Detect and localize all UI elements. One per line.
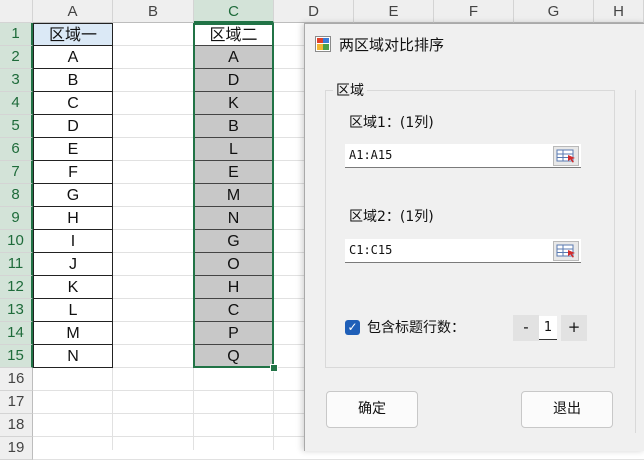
cell-a8[interactable]: G (33, 184, 113, 207)
cell-c10[interactable]: G (194, 230, 273, 253)
fill-handle[interactable] (270, 364, 278, 372)
row-header[interactable]: 12 (0, 276, 33, 299)
range2-select-button[interactable] (553, 241, 579, 261)
include-header-checkbox[interactable]: ✓ (345, 320, 360, 335)
row-header[interactable]: 14 (0, 322, 33, 345)
cell-a2[interactable]: A (33, 46, 113, 69)
range1-select-button[interactable] (553, 146, 579, 166)
range1-label: 区域1：(1列) (349, 115, 434, 131)
select-all-corner[interactable] (0, 0, 33, 23)
cell-a12[interactable]: K (33, 276, 113, 299)
row-header[interactable]: 11 (0, 253, 33, 276)
row-header[interactable]: 2 (0, 46, 33, 69)
include-header-label: 包含标题行数： (367, 320, 465, 336)
cell-c3[interactable]: D (194, 69, 273, 92)
row-header[interactable]: 17 (0, 391, 33, 414)
range1-value: A1:A15 (349, 148, 393, 162)
exit-button[interactable]: 退出 (521, 391, 613, 428)
row-header[interactable]: 10 (0, 230, 33, 253)
row-header[interactable]: 13 (0, 299, 33, 322)
row-header[interactable]: 7 (0, 161, 33, 184)
row-header[interactable]: 19 (0, 437, 33, 460)
range1-input[interactable]: A1:A15 (345, 144, 581, 168)
cell-c7[interactable]: E (194, 161, 273, 184)
row-header[interactable]: 1 (0, 23, 33, 46)
row-header[interactable]: 3 (0, 69, 33, 92)
column-header-e[interactable]: E (354, 0, 434, 23)
cell-a6[interactable]: E (33, 138, 113, 161)
cell-a11[interactable]: J (33, 253, 113, 276)
range2-label: 区域2：(1列) (349, 209, 434, 225)
column-header-h[interactable]: H (594, 0, 644, 23)
cell-a9[interactable]: H (33, 207, 113, 230)
cell-a7[interactable]: F (33, 161, 113, 184)
range2-input[interactable]: C1:C15 (345, 239, 581, 263)
app-icon (315, 36, 331, 52)
row-header[interactable]: 6 (0, 138, 33, 161)
range2-value: C1:C15 (349, 243, 393, 257)
row-header[interactable]: 8 (0, 184, 33, 207)
column-header-c[interactable]: C (194, 0, 274, 23)
cell-c13[interactable]: C (194, 299, 273, 322)
row-header[interactable]: 5 (0, 115, 33, 138)
column-header-b[interactable]: B (113, 0, 194, 23)
row-header[interactable]: 16 (0, 368, 33, 391)
column-header-g[interactable]: G (514, 0, 594, 23)
column-header-a[interactable]: A (33, 0, 113, 23)
range-picker-icon (556, 244, 575, 258)
cell-c2[interactable]: A (194, 46, 273, 69)
cell-a5[interactable]: D (33, 115, 113, 138)
cell-a13[interactable]: L (33, 299, 113, 322)
range-picker-icon (556, 149, 575, 163)
gridline (273, 23, 274, 450)
cell-c12[interactable]: H (194, 276, 273, 299)
checkmark-icon: ✓ (347, 320, 358, 334)
dialog-titlebar[interactable]: 两区域对比排序 (305, 24, 644, 64)
compare-sort-dialog: 两区域对比排序 区域 区域1：(1列) A1:A15 区域2：(1列) C1:C… (304, 23, 644, 451)
cell-c11[interactable]: O (194, 253, 273, 276)
ok-button[interactable]: 确定 (326, 391, 418, 428)
cell-c9[interactable]: N (194, 207, 273, 230)
header-rows-stepper: - 1 + (513, 315, 587, 341)
cell-a3[interactable]: B (33, 69, 113, 92)
row-header[interactable]: 15 (0, 345, 33, 368)
row-header[interactable]: 18 (0, 414, 33, 437)
cell-c15[interactable]: Q (194, 345, 273, 368)
cell-a10[interactable]: I (33, 230, 113, 253)
cell-c1[interactable]: 区域二 (194, 23, 273, 46)
cell-c5[interactable]: B (194, 115, 273, 138)
range-group-label: 区域 (333, 80, 367, 100)
cell-a14[interactable]: M (33, 322, 113, 345)
cell-a15[interactable]: N (33, 345, 113, 368)
dialog-title: 两区域对比排序 (339, 36, 445, 54)
header-rows-input[interactable]: 1 (539, 316, 557, 340)
cell-c14[interactable]: P (194, 322, 273, 345)
increment-button[interactable]: + (561, 315, 587, 341)
dialog-side-divider (635, 90, 644, 433)
column-header-f[interactable]: F (434, 0, 514, 23)
column-header-d[interactable]: D (274, 0, 354, 23)
cell-c8[interactable]: M (194, 184, 273, 207)
decrement-button[interactable]: - (513, 315, 539, 341)
row-header[interactable]: 9 (0, 207, 33, 230)
cell-c6[interactable]: L (194, 138, 273, 161)
row-header[interactable]: 4 (0, 92, 33, 115)
cell-c4[interactable]: K (194, 92, 273, 115)
cell-a4[interactable]: C (33, 92, 113, 115)
cell-a1[interactable]: 区域一 (33, 23, 113, 46)
